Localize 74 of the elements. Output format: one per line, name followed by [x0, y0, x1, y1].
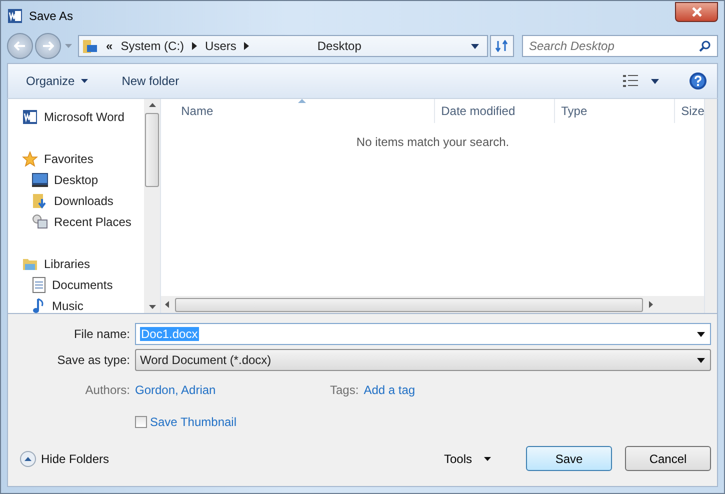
scroll-left-icon[interactable] [165, 301, 170, 308]
checkbox-label[interactable]: Save Thumbnail [150, 415, 236, 429]
scroll-right-icon[interactable] [649, 301, 654, 308]
caret-icon [484, 456, 491, 460]
word-icon [7, 8, 23, 24]
star-icon [22, 150, 38, 166]
dialog-button[interactable]: Save [526, 446, 612, 471]
chevron-icon[interactable] [244, 42, 250, 50]
chevron-icon[interactable] [192, 42, 198, 50]
tools-menu[interactable]: Tools [438, 450, 497, 466]
dropdown-caret-icon[interactable] [697, 332, 705, 336]
document-icon [32, 276, 46, 292]
nav-item[interactable]: Desktop [22, 169, 144, 190]
close-icon [690, 7, 702, 17]
breadcrumb[interactable]: System (C:) [118, 39, 186, 53]
column-header[interactable]: Date modified [435, 99, 556, 123]
breadcrumb[interactable]: Users [203, 39, 238, 53]
file-type-dropdown[interactable]: Word Document (*.docx) [135, 349, 711, 371]
dialog-button[interactable]: Cancel [625, 446, 711, 471]
column-header[interactable]: Name [161, 99, 436, 123]
authors-link[interactable]: Gordon, Adrian [135, 383, 320, 397]
refresh-icon [495, 40, 509, 52]
scrollbar[interactable] [144, 99, 160, 313]
column-header[interactable]: Type [555, 99, 676, 123]
folder-icon [82, 38, 100, 54]
nav-item[interactable]: Microsoft Word [22, 106, 144, 127]
field-label: Tags: [330, 383, 359, 397]
back-arrow-icon [14, 41, 26, 51]
collapse-icon [20, 450, 36, 466]
tags-link[interactable]: Add a tag [364, 383, 416, 397]
window-title: Save As [29, 9, 74, 23]
address-bar[interactable]: « System (C:) Users Desktop [78, 35, 488, 57]
nav-item[interactable]: Music [22, 295, 144, 313]
organize-menu[interactable]: Organize [20, 70, 94, 92]
back-button[interactable] [7, 33, 33, 59]
view-caret-icon[interactable] [651, 78, 659, 84]
forward-arrow-icon [42, 41, 54, 51]
nav-item[interactable]: Libraries [22, 253, 144, 274]
field-label: Save as type: [56, 353, 131, 367]
nav-item[interactable]: Documents [22, 274, 144, 295]
scrollbar-thumb[interactable] [175, 298, 644, 312]
scroll-up-icon[interactable] [148, 103, 156, 107]
dropdown-caret-icon [697, 358, 705, 362]
caret-icon [80, 79, 88, 83]
sort-arrow-icon [298, 99, 306, 103]
nav-item[interactable]: Downloads [22, 190, 144, 211]
download-folder-icon [32, 192, 48, 208]
search-icon [699, 40, 711, 52]
scrollbar[interactable] [161, 296, 704, 313]
nav-item[interactable]: Favorites [22, 148, 144, 169]
overflow-chevron[interactable]: « [106, 39, 113, 53]
empty-message: No items match your search. [355, 135, 510, 149]
close-button[interactable] [675, 2, 718, 22]
hide-folders-button[interactable]: Hide Folders [20, 450, 110, 466]
breadcrumb[interactable]: Desktop [315, 39, 364, 53]
view-list-icon[interactable] [623, 75, 639, 87]
search-field[interactable]: Search Desktop [522, 35, 718, 57]
forward-button[interactable] [35, 33, 61, 59]
monitor-icon [32, 172, 48, 186]
scrollbar[interactable] [704, 99, 717, 313]
nav-item[interactable]: Recent Places [22, 211, 144, 232]
music-note-icon [32, 298, 46, 313]
new-folder-button[interactable]: New folder [116, 70, 186, 92]
column-header[interactable]: Size [675, 99, 704, 123]
recent-places-icon [32, 214, 48, 230]
scrollbar-thumb[interactable] [145, 113, 160, 187]
field-label: Authors: [84, 383, 131, 397]
checkbox[interactable] [135, 416, 147, 428]
help-icon[interactable] [689, 72, 707, 90]
field-label: File name: [72, 327, 131, 341]
dropdown-caret-icon[interactable] [471, 44, 479, 48]
refresh-button[interactable] [490, 35, 514, 57]
scroll-down-icon[interactable] [148, 305, 156, 309]
document-icon [22, 108, 38, 124]
